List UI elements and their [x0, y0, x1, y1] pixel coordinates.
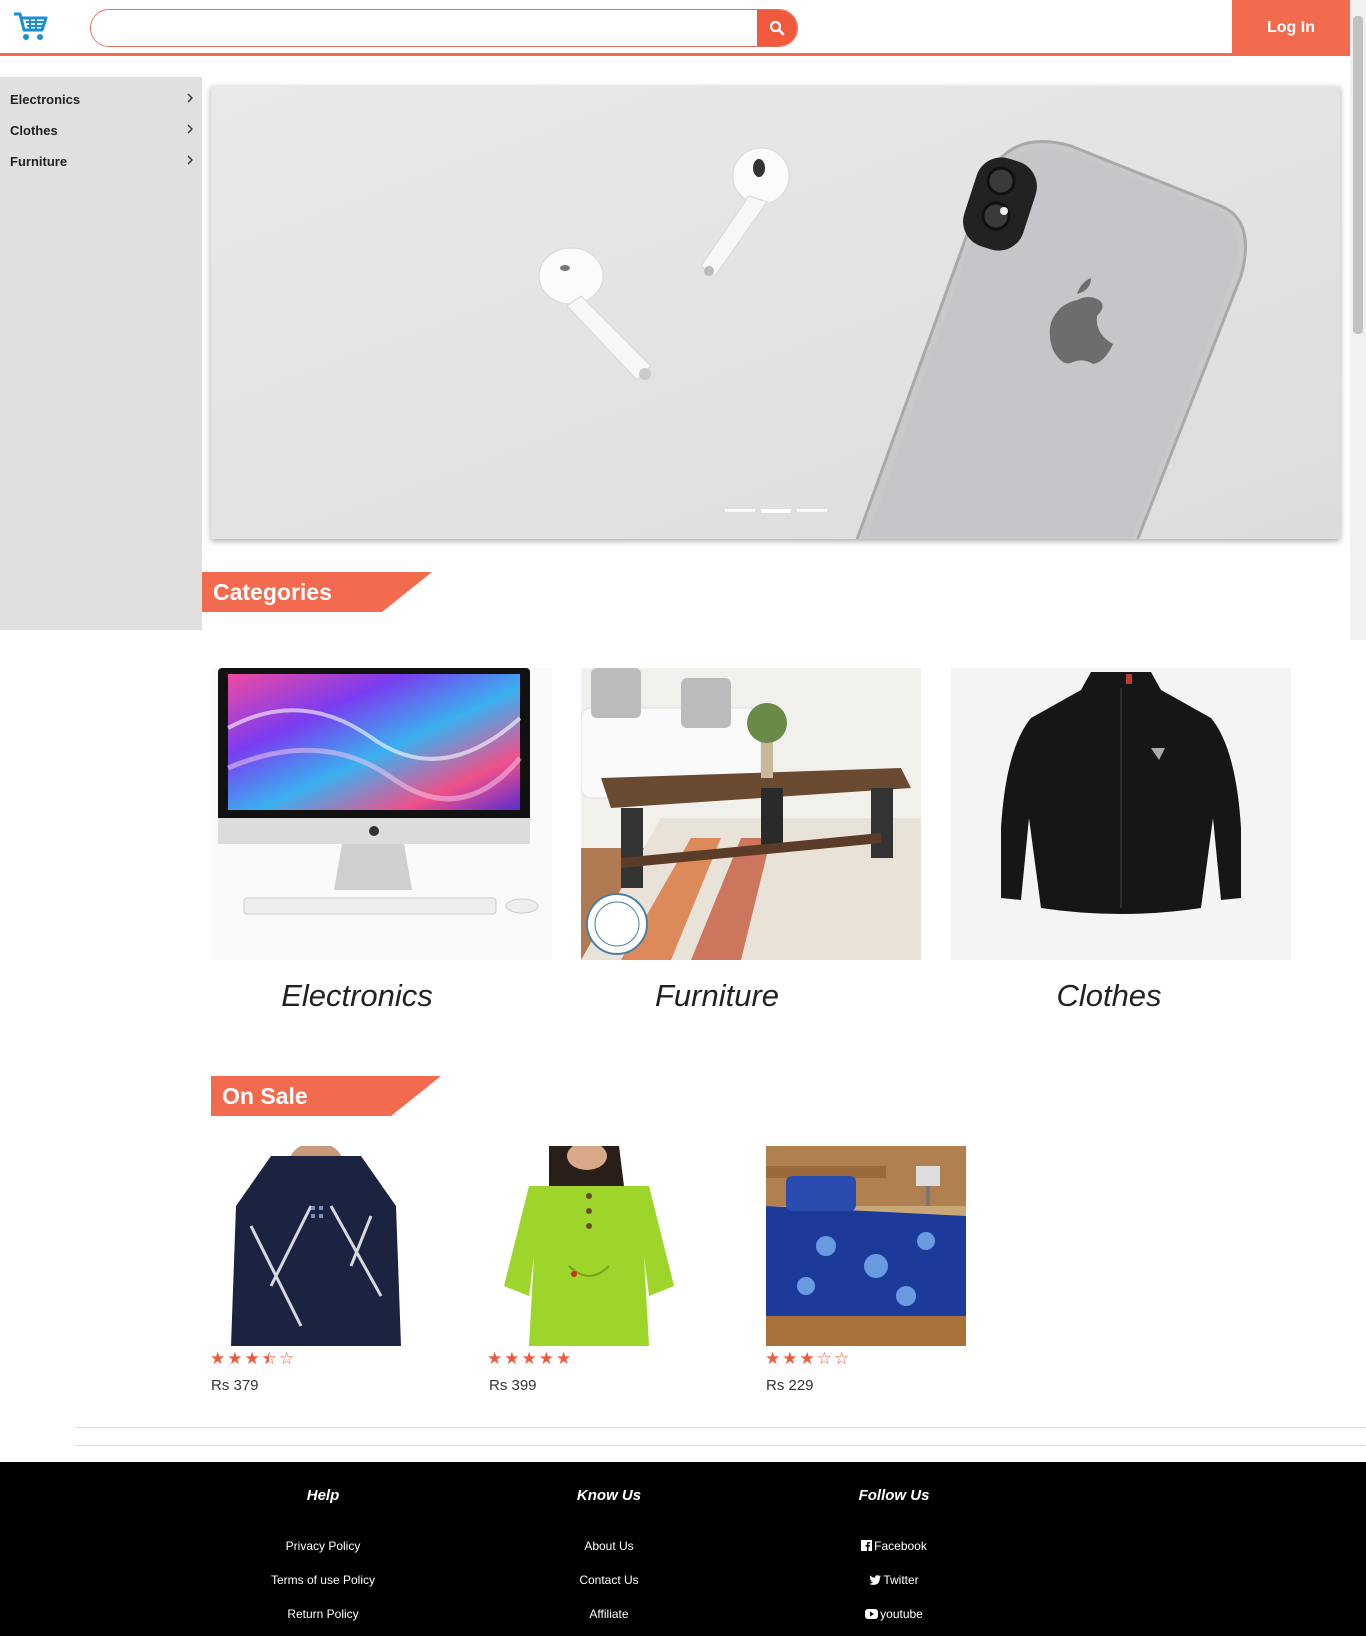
- search-bar: [90, 9, 798, 47]
- star-filled-icon: ★: [538, 1349, 554, 1368]
- youtube-icon: [865, 1609, 879, 1619]
- product-price: Rs 379: [211, 1377, 259, 1394]
- footer-heading: Know Us: [576, 1487, 642, 1504]
- star-filled-icon: ★: [782, 1349, 798, 1368]
- product-price: Rs 399: [489, 1377, 537, 1394]
- search-icon: [769, 20, 785, 36]
- sidebar-item-label: Electronics: [10, 92, 81, 107]
- sidebar-item-electronics[interactable]: Electronics: [0, 84, 202, 115]
- page-root: { "header": { "search_placeholder": "", …: [0, 0, 1366, 1636]
- carousel-indicators: [725, 509, 827, 513]
- star-filled-icon: ★: [210, 1349, 226, 1368]
- scrollbar-thumb[interactable]: [1353, 16, 1363, 334]
- page-scrollbar[interactable]: [1350, 0, 1366, 640]
- footer-heading: Help: [306, 1487, 340, 1504]
- sidebar-item-furniture[interactable]: Furniture: [0, 146, 202, 177]
- category-label-electronics[interactable]: Electronics: [187, 978, 527, 1014]
- twitter-icon: [869, 1575, 882, 1585]
- sidebar-item-label: Furniture: [10, 154, 68, 169]
- hero-image-phone-earbuds: [538, 140, 1247, 539]
- hoodie-icon: [211, 1146, 411, 1346]
- jacket-icon: [951, 668, 1291, 960]
- star-filled-icon: ★: [799, 1349, 815, 1368]
- category-label-furniture[interactable]: Furniture: [547, 978, 887, 1014]
- sale-product-hoodie[interactable]: [211, 1146, 411, 1346]
- categories-title: Categories: [213, 578, 332, 605]
- footer-link-contact-us[interactable]: Contact Us: [489, 1573, 729, 1587]
- site-footer: Help Privacy Policy Terms of use Policy …: [0, 1462, 1366, 1636]
- category-card-electronics[interactable]: [212, 668, 552, 960]
- top-header: Log In: [0, 0, 1350, 56]
- star-filled-icon: ★: [556, 1349, 572, 1368]
- sale-product-bedsheet[interactable]: [766, 1146, 966, 1346]
- star-empty-icon: ☆: [834, 1349, 850, 1368]
- footer-link-affiliate[interactable]: Affiliate: [489, 1607, 729, 1621]
- desktop-computer-icon: [212, 668, 552, 960]
- login-button[interactable]: Log In: [1232, 0, 1350, 56]
- footer-link-privacy-policy[interactable]: Privacy Policy: [203, 1539, 443, 1553]
- carousel-dot-active[interactable]: [761, 509, 791, 513]
- footer-link-facebook[interactable]: Facebook: [774, 1539, 1014, 1553]
- coffee-table-icon: [581, 668, 921, 960]
- footer-link-return-policy[interactable]: Return Policy: [203, 1607, 443, 1621]
- category-card-clothes[interactable]: [951, 668, 1291, 960]
- footer-link-label: youtube: [880, 1607, 923, 1621]
- search-button[interactable]: [757, 10, 797, 46]
- star-filled-icon: ★: [244, 1349, 260, 1368]
- star-filled-icon: ★: [765, 1349, 781, 1368]
- earbud-icon: [700, 147, 790, 277]
- footer-link-youtube[interactable]: youtube: [774, 1607, 1014, 1621]
- facebook-icon: [861, 1540, 873, 1551]
- star-empty-icon: ☆: [279, 1349, 295, 1368]
- product-price: Rs 229: [766, 1377, 814, 1394]
- divider: [76, 1445, 1366, 1446]
- chevron-right-icon: [187, 155, 193, 165]
- on-sale-heading: On Sale: [211, 1076, 441, 1116]
- on-sale-title: On Sale: [222, 1082, 308, 1109]
- rating-stars: ★ ★ ★ ☆ ☆: [765, 1350, 849, 1367]
- categories-heading: Categories: [202, 572, 432, 612]
- category-sidebar: Electronics Clothes Furniture: [0, 77, 202, 630]
- shopping-cart-icon[interactable]: [12, 10, 48, 42]
- footer-link-label: Facebook: [874, 1539, 927, 1553]
- star-filled-icon: ★: [487, 1349, 503, 1368]
- carousel-dot[interactable]: [725, 509, 755, 512]
- star-filled-icon: ★: [504, 1349, 520, 1368]
- star-empty-icon: ☆: [816, 1349, 832, 1368]
- bedsheet-icon: [766, 1146, 966, 1346]
- star-filled-icon: ★: [227, 1349, 243, 1368]
- rating-stars: ★ ★ ★ ★☆ ☆: [210, 1350, 294, 1367]
- chevron-right-icon: [187, 124, 193, 134]
- category-label-clothes[interactable]: Clothes: [939, 978, 1279, 1014]
- footer-heading: Follow Us: [858, 1487, 930, 1504]
- star-filled-icon: ★: [521, 1349, 537, 1368]
- earbud-icon: [538, 247, 652, 381]
- hero-carousel[interactable]: [211, 86, 1340, 539]
- category-card-furniture[interactable]: [581, 668, 921, 960]
- chevron-right-icon: [187, 93, 193, 103]
- footer-link-about-us[interactable]: About Us: [489, 1539, 729, 1553]
- divider: [76, 1427, 1366, 1428]
- footer-link-label: Twitter: [883, 1573, 919, 1587]
- sidebar-item-label: Clothes: [10, 123, 58, 138]
- sidebar-item-clothes[interactable]: Clothes: [0, 115, 202, 146]
- footer-link-twitter[interactable]: Twitter: [774, 1573, 1014, 1587]
- star-half-icon: ★☆: [261, 1349, 277, 1368]
- smartphone-icon: [855, 140, 1247, 539]
- womens-top-icon: [489, 1146, 689, 1346]
- search-input[interactable]: [91, 10, 759, 46]
- carousel-dot[interactable]: [797, 509, 827, 512]
- sale-product-green-top[interactable]: [489, 1146, 689, 1346]
- rating-stars: ★ ★ ★ ★ ★: [487, 1350, 571, 1367]
- footer-link-terms-of-use[interactable]: Terms of use Policy: [203, 1573, 443, 1587]
